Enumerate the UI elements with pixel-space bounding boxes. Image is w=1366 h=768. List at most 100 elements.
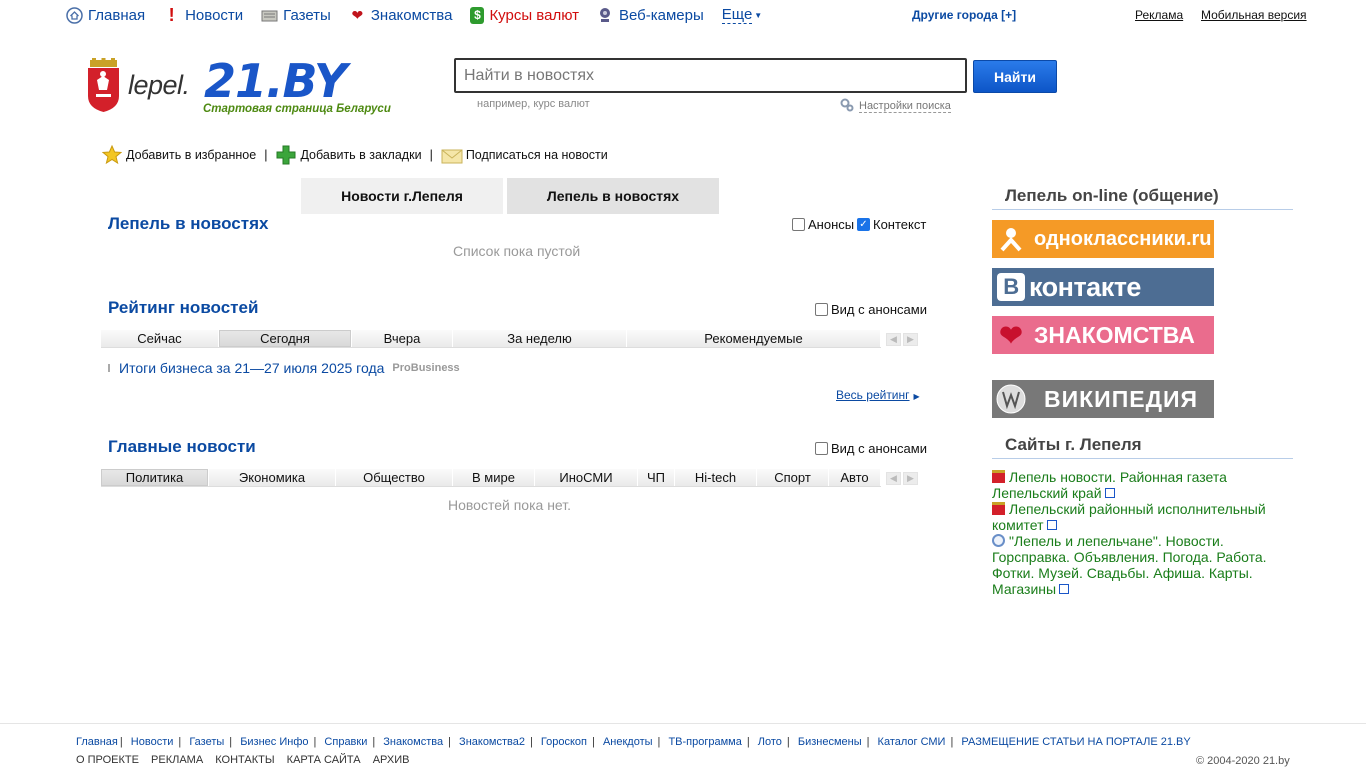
site-link-newspaper[interactable]: Лепель новости. Районная газета Лепельск… [992, 469, 1282, 501]
subtab-politics[interactable]: Политика [101, 469, 209, 486]
all-rating-link[interactable]: Весь рейтинг ▶ [836, 388, 920, 402]
footer-link-horoscope[interactable]: Гороскоп [541, 736, 587, 748]
arrow-left-icon[interactable]: ◀ [886, 472, 901, 485]
odnoklassniki-banner[interactable]: одноклассники.ru [992, 220, 1214, 258]
vkontakte-label: контакте [1029, 271, 1141, 302]
ads-link[interactable]: Реклама [1135, 8, 1183, 22]
actions-bar: Добавить в избранное | Добавить в заклад… [101, 144, 608, 166]
subtab-recommended[interactable]: Рекомендуемые [627, 330, 881, 347]
add-favorites-link[interactable]: Добавить в избранное [101, 144, 256, 166]
checkbox-box [792, 218, 805, 231]
city-name-logo[interactable]: lepel. [128, 70, 190, 101]
search-input[interactable]: Найти в новостях [454, 58, 967, 93]
rating-view-announcements-checkbox[interactable]: Вид с анонсами [815, 302, 927, 317]
rating-item-source: ProBusiness [392, 362, 460, 374]
footer-link-media-catalog[interactable]: Каталог СМИ [878, 736, 946, 748]
subtab-foreign-media[interactable]: ИноСМИ [535, 469, 638, 486]
subtab-week[interactable]: За неделю [453, 330, 627, 347]
footer-contacts[interactable]: КОНТАКТЫ [215, 754, 274, 766]
coat-of-arms-icon [992, 470, 1005, 483]
nav-more-dropdown[interactable]: Еще ▼ [721, 6, 762, 24]
arrow-left-icon[interactable]: ◀ [886, 333, 901, 346]
coat-of-arms-icon [992, 502, 1005, 515]
nav-currency-label: Курсы валют [489, 6, 579, 24]
announcements-label: Анонсы [808, 217, 855, 232]
rating-item-link[interactable]: Итоги бизнеса за 21—27 июля 2025 года [119, 360, 384, 376]
footer-link-businessmen[interactable]: Бизнесмены [798, 736, 862, 748]
vkontakte-banner[interactable]: В контакте [992, 268, 1214, 306]
nav-dating[interactable]: ❤ Знакомства [349, 7, 452, 24]
footer-about[interactable]: О ПРОЕКТЕ [76, 754, 139, 766]
rating-list-item: Итоги бизнеса за 21—27 июля 2025 года Pr… [108, 360, 460, 376]
announcements-checkbox[interactable]: Анонсы [792, 217, 854, 232]
footer-link-newspapers[interactable]: Газеты [189, 736, 224, 748]
footer-link-business-info[interactable]: Бизнес Инфо [240, 736, 308, 748]
webcam-icon [597, 7, 614, 24]
odnoklassniki-icon [992, 220, 1030, 258]
city-sites-title: Сайты г. Лепеля [992, 435, 1293, 459]
nav-more-label: Еще [721, 6, 753, 24]
nav-newspapers[interactable]: Газеты [261, 7, 331, 24]
arrow-right-icon[interactable]: ▶ [903, 472, 918, 485]
other-cities-link[interactable]: Другие города [+] [912, 8, 1016, 22]
search-settings-label: Настройки поиска [859, 100, 951, 113]
context-checkbox[interactable]: ✓ Контекст [857, 217, 926, 232]
search-button[interactable]: Найти [973, 60, 1057, 93]
external-link-icon [1104, 488, 1115, 498]
wikipedia-globe-icon [992, 380, 1030, 418]
subtab-yesterday[interactable]: Вчера [352, 330, 453, 347]
dating-banner[interactable]: ❤ ЗНАКОМСТВА [992, 316, 1214, 354]
subtab-world[interactable]: В мире [453, 469, 535, 486]
newspaper-icon [261, 7, 278, 24]
subtab-today[interactable]: Сегодня [219, 330, 352, 347]
main-view-announcements-checkbox[interactable]: Вид с анонсами [815, 441, 927, 456]
main-view-announcements-label: Вид с анонсами [831, 441, 927, 456]
tab-city-news[interactable]: Новости г.Лепеля [301, 178, 503, 214]
subtab-sport[interactable]: Спорт [757, 469, 829, 486]
nav-webcams[interactable]: Веб-камеры [597, 7, 704, 24]
main-news-empty-message: Новостей пока нет. [448, 497, 571, 513]
nav-currency[interactable]: $ Курсы валют [470, 6, 579, 24]
subtab-economy[interactable]: Экономика [209, 469, 336, 486]
footer-link-lotto[interactable]: Лото [758, 736, 782, 748]
footer-link-tv[interactable]: ТВ-программа [668, 736, 741, 748]
main-news-subtabs: Политика Экономика Общество В мире ИноСМ… [101, 469, 881, 487]
subtab-now[interactable]: Сейчас [101, 330, 219, 347]
bullet [108, 364, 110, 372]
portal-tagline: Стартовая страница Беларуси [203, 103, 391, 115]
site-link-lepel-people[interactable]: "Лепель и лепельчане". Новости. Горсправ… [992, 533, 1282, 597]
search-settings-link[interactable]: Настройки поиска [840, 98, 951, 115]
vk-logo-icon: В [997, 273, 1025, 301]
nav-home[interactable]: Главная [66, 7, 145, 24]
rating-view-announcements-label: Вид с анонсами [831, 302, 927, 317]
wikipedia-banner[interactable]: ВИКИПЕДИЯ [992, 380, 1214, 418]
subtab-incidents[interactable]: ЧП [638, 469, 675, 486]
checkmark-icon: ✓ [857, 218, 870, 231]
subtab-hitech[interactable]: Hi-tech [675, 469, 757, 486]
tab-city-in-news[interactable]: Лепель в новостях [507, 178, 719, 214]
mobile-version-link[interactable]: Мобильная версия [1201, 8, 1307, 22]
footer-link-home[interactable]: Главная [76, 736, 118, 748]
separator: | [264, 148, 268, 162]
footer-link-dating2[interactable]: Знакомства2 [459, 736, 525, 748]
footer-sitemap[interactable]: КАРТА САЙТА [287, 754, 361, 766]
footer-link-jokes[interactable]: Анекдоты [603, 736, 653, 748]
home-icon [66, 6, 83, 24]
footer-archive[interactable]: АРХИВ [373, 754, 410, 766]
subtab-auto[interactable]: Авто [829, 469, 881, 486]
footer-links: Главная | Новости | Газеты | Бизнес Инфо | С… [76, 736, 1191, 748]
add-bookmarks-link[interactable]: Добавить в закладки [275, 144, 422, 166]
footer-link-dating[interactable]: Знакомства [383, 736, 443, 748]
search-hint: например, курс валют [477, 98, 590, 110]
footer-link-publish-article[interactable]: РАЗМЕЩЕНИЕ СТАТЬИ НА ПОРТАЛЕ 21.BY [961, 736, 1190, 748]
footer-ads[interactable]: РЕКЛАМА [151, 754, 203, 766]
subtab-society[interactable]: Общество [336, 469, 453, 486]
footer-link-news[interactable]: Новости [131, 736, 174, 748]
nav-news[interactable]: ! Новости [163, 5, 244, 25]
arrow-right-icon[interactable]: ▶ [903, 333, 918, 346]
star-icon [101, 144, 123, 166]
site-link-executive-committee[interactable]: Лепельский районный исполнительный комит… [992, 501, 1282, 533]
footer-link-reference[interactable]: Справки [324, 736, 367, 748]
subscribe-link[interactable]: Подписаться на новости [441, 144, 608, 166]
portal-logo[interactable]: 21.BY [204, 58, 347, 104]
